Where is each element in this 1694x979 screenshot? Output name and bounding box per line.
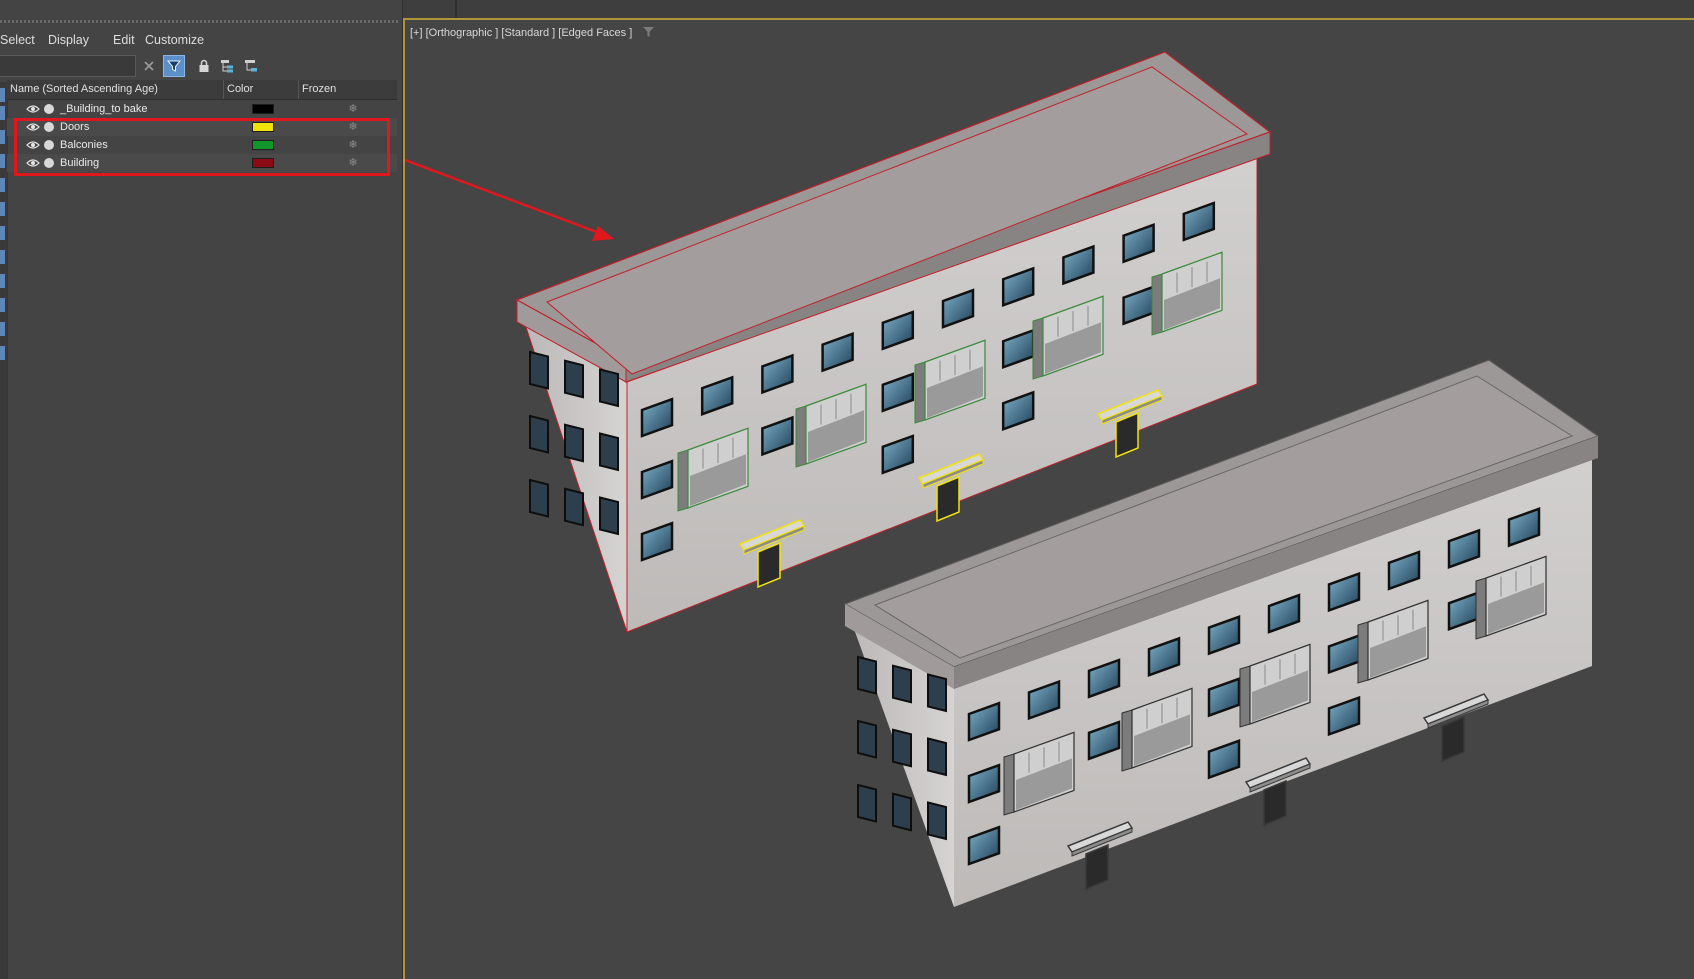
left-tab-strip bbox=[0, 82, 8, 979]
filter-icon[interactable] bbox=[163, 55, 185, 77]
layer-name: Doors bbox=[60, 121, 90, 133]
layer-table-header: Name (Sorted Ascending Age) Color Frozen bbox=[7, 80, 397, 100]
menu-edit[interactable]: Edit bbox=[113, 30, 135, 50]
side-window bbox=[857, 655, 877, 695]
balcony-side bbox=[677, 449, 689, 512]
layer-color-swatch[interactable] bbox=[252, 158, 274, 168]
layer-color-swatch[interactable] bbox=[252, 122, 274, 132]
side-window bbox=[857, 719, 877, 759]
render-dot-icon[interactable] bbox=[44, 104, 54, 114]
visibility-eye-icon[interactable] bbox=[26, 139, 40, 151]
panel-drag-grip[interactable] bbox=[0, 20, 398, 23]
hierarchy-icon[interactable] bbox=[216, 55, 238, 77]
strip-divider bbox=[455, 0, 457, 18]
hierarchy-collapse-icon[interactable] bbox=[240, 55, 262, 77]
visibility-eye-icon[interactable] bbox=[26, 103, 40, 115]
viewport-top-strip bbox=[403, 0, 1694, 18]
strip-tab[interactable] bbox=[0, 130, 5, 144]
side-window bbox=[599, 368, 619, 408]
visibility-eye-icon[interactable] bbox=[26, 121, 40, 133]
scene-explorer-panel: Select Display Edit Customize Name (Sort… bbox=[0, 0, 403, 979]
strip-tab[interactable] bbox=[0, 250, 5, 264]
side-window bbox=[529, 478, 549, 518]
annotation-arrow-head bbox=[592, 226, 614, 241]
frozen-snowflake-icon[interactable]: ❄ bbox=[346, 154, 360, 172]
menu-display[interactable]: Display bbox=[48, 30, 89, 50]
frozen-snowflake-icon[interactable]: ❄ bbox=[346, 136, 360, 154]
search-input[interactable] bbox=[0, 55, 136, 77]
scene-canvas bbox=[405, 51, 1600, 907]
side-window bbox=[529, 350, 549, 390]
visibility-eye-icon[interactable] bbox=[26, 157, 40, 169]
side-window bbox=[857, 783, 877, 823]
side-window bbox=[599, 496, 619, 536]
orthographic-viewport[interactable]: [+] [Orthographic ] [Standard ] [Edged F… bbox=[403, 18, 1694, 979]
layer-row[interactable]: Building ❄ bbox=[7, 154, 397, 172]
balcony-side bbox=[914, 361, 926, 424]
explorer-toolbar bbox=[0, 54, 400, 80]
menu-select[interactable]: Select bbox=[0, 30, 35, 50]
side-window bbox=[927, 737, 947, 777]
side-window bbox=[892, 728, 912, 768]
frozen-snowflake-icon[interactable]: ❄ bbox=[346, 118, 360, 136]
strip-tab[interactable] bbox=[0, 298, 5, 312]
annotation-arrow-line bbox=[405, 158, 603, 236]
balcony-side bbox=[1239, 665, 1251, 728]
balcony-side bbox=[1003, 753, 1015, 816]
menu-customize[interactable]: Customize bbox=[145, 30, 204, 50]
render-dot-icon[interactable] bbox=[44, 122, 54, 132]
layer-row[interactable]: Balconies ❄ bbox=[7, 136, 397, 154]
strip-tab[interactable] bbox=[0, 202, 5, 216]
layer-row[interactable]: _Building_to bake ❄ bbox=[7, 100, 397, 118]
side-window bbox=[529, 414, 549, 454]
strip-tab[interactable] bbox=[0, 178, 5, 192]
balcony-side bbox=[1151, 273, 1163, 336]
side-window bbox=[892, 792, 912, 832]
frozen-snowflake-icon[interactable]: ❄ bbox=[346, 100, 360, 118]
strip-tab[interactable] bbox=[0, 88, 5, 102]
strip-tab[interactable] bbox=[0, 226, 5, 240]
strip-tab[interactable] bbox=[0, 274, 5, 288]
layer-row[interactable]: Doors ❄ bbox=[7, 118, 397, 136]
balcony-side bbox=[1121, 709, 1133, 772]
layer-name: Building bbox=[60, 157, 100, 169]
side-window bbox=[892, 664, 912, 704]
strip-tab[interactable] bbox=[0, 154, 5, 168]
balcony-side bbox=[1032, 317, 1044, 380]
column-header-color[interactable]: Color bbox=[224, 80, 299, 99]
strip-tab[interactable] bbox=[0, 322, 5, 336]
side-window bbox=[564, 423, 584, 463]
balcony-side bbox=[1475, 577, 1487, 640]
strip-tab[interactable] bbox=[0, 106, 5, 120]
explorer-menubar: Select Display Edit Customize bbox=[0, 30, 400, 50]
layer-name: Balconies bbox=[60, 139, 108, 151]
side-window bbox=[564, 359, 584, 399]
render-dot-icon[interactable] bbox=[44, 158, 54, 168]
layer-name: _Building_to bake bbox=[60, 103, 148, 115]
door-panel bbox=[1441, 715, 1465, 763]
side-window bbox=[564, 487, 584, 527]
side-window bbox=[927, 673, 947, 713]
side-window bbox=[599, 432, 619, 472]
layer-color-swatch[interactable] bbox=[252, 104, 274, 114]
render-dot-icon[interactable] bbox=[44, 140, 54, 150]
layer-color-swatch[interactable] bbox=[252, 140, 274, 150]
lock-icon[interactable] bbox=[193, 55, 215, 77]
side-window bbox=[927, 801, 947, 841]
strip-tab[interactable] bbox=[0, 346, 5, 360]
column-header-name[interactable]: Name (Sorted Ascending Age) bbox=[7, 80, 224, 99]
column-header-frozen[interactable]: Frozen bbox=[299, 80, 397, 99]
balcony-side bbox=[1357, 621, 1369, 684]
clear-icon[interactable] bbox=[138, 55, 160, 77]
balcony-side bbox=[795, 405, 807, 468]
